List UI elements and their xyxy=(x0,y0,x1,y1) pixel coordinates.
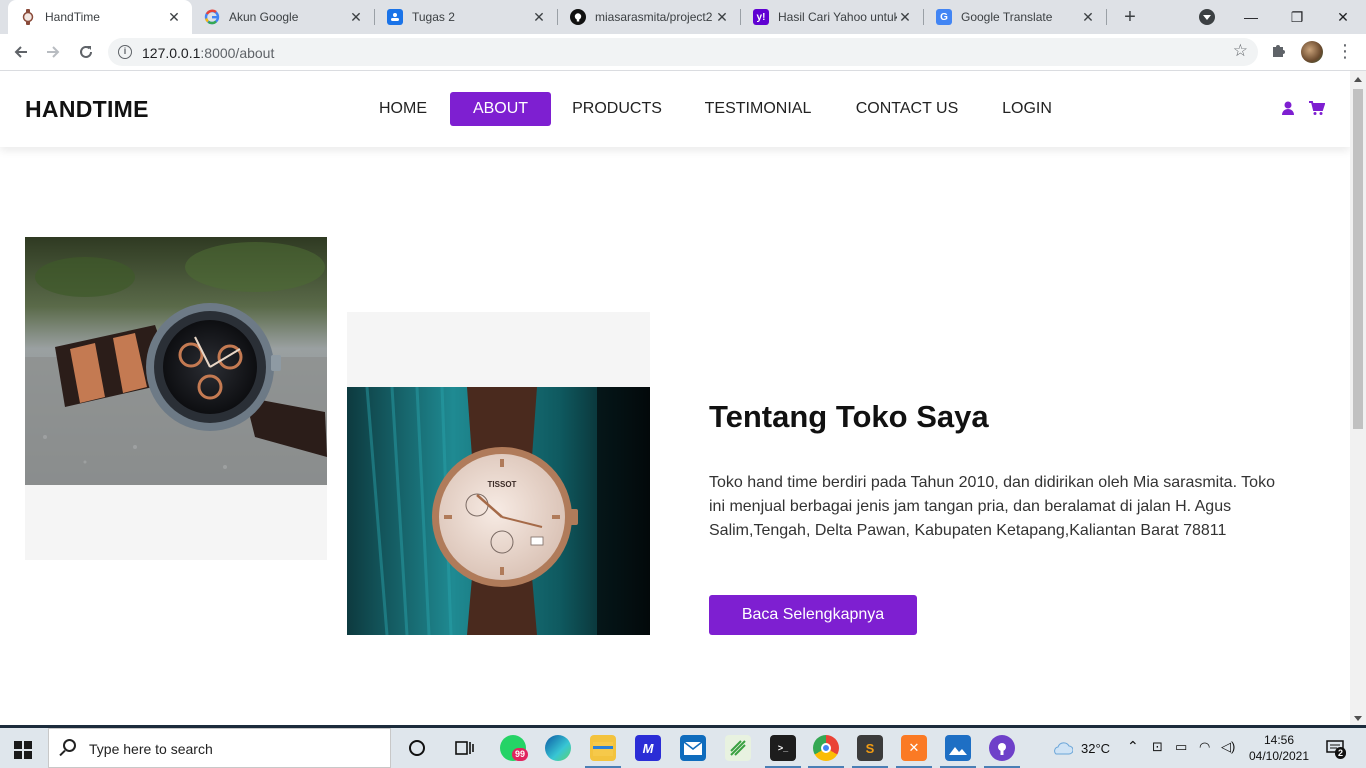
weather-temperature[interactable]: 32°C xyxy=(1081,741,1110,756)
close-icon[interactable]: ✕ xyxy=(714,9,730,25)
watch-brand-text: TISSOT xyxy=(488,480,517,489)
window-close-button[interactable]: ✕ xyxy=(1320,0,1366,34)
classroom-icon xyxy=(387,9,403,25)
meet-now-icon[interactable]: ⊡ xyxy=(1152,739,1163,755)
terminal-icon[interactable]: >_ xyxy=(765,735,801,768)
nav-login[interactable]: LOGIN xyxy=(995,92,1059,126)
close-icon[interactable]: ✕ xyxy=(531,9,547,25)
windows-start-icon[interactable] xyxy=(14,741,32,759)
search-icon xyxy=(63,739,76,752)
close-icon[interactable]: ✕ xyxy=(897,9,913,25)
clock-time: 14:56 xyxy=(1263,733,1295,747)
watch-photo-1 xyxy=(25,237,327,485)
github-desktop-icon[interactable] xyxy=(984,735,1020,768)
chrome-menu-icon[interactable]: ⋮ xyxy=(1336,40,1354,62)
url-path: :8000/about xyxy=(200,45,275,61)
volume-icon[interactable]: ◁) xyxy=(1221,739,1235,755)
forward-arrow-icon[interactable] xyxy=(39,38,67,66)
read-more-button[interactable]: Baca Selengkapnya xyxy=(709,595,917,635)
page-scrollbar[interactable] xyxy=(1350,71,1366,725)
url-host: 127.0.0.1 xyxy=(142,45,201,61)
edge-browser-icon[interactable] xyxy=(545,735,571,761)
browser-toolbar: i 127.0.0.1:8000/about ☆ ⋮ xyxy=(0,34,1366,71)
nav-testimonial[interactable]: TESTIMONIAL xyxy=(696,92,820,126)
notification-count-badge: 2 xyxy=(1335,747,1347,759)
reload-icon[interactable] xyxy=(72,38,100,66)
extensions-puzzle-icon[interactable] xyxy=(1270,42,1286,63)
mail-icon[interactable] xyxy=(680,735,706,761)
xampp-icon[interactable]: ✕ xyxy=(896,735,932,768)
wifi-icon[interactable]: ◠ xyxy=(1199,739,1210,755)
tab-title: miasarasmita/project2 xyxy=(595,10,713,24)
sheets-leaf-icon[interactable] xyxy=(725,735,751,761)
bookmark-star-icon[interactable]: ☆ xyxy=(1233,41,1248,61)
tab-title: Hasil Cari Yahoo untuk xyxy=(778,10,897,24)
tab-title: Google Translate xyxy=(961,10,1053,24)
visual-studio-icon[interactable]: M xyxy=(635,735,661,761)
tab-title: HandTime xyxy=(45,10,100,24)
tab-akun-google[interactable]: Akun Google ✕ xyxy=(192,0,374,34)
new-tab-button[interactable]: + xyxy=(1118,5,1142,29)
address-bar[interactable]: i 127.0.0.1:8000/about ☆ xyxy=(108,38,1258,66)
github-icon xyxy=(570,9,586,25)
back-arrow-icon[interactable] xyxy=(7,38,35,66)
about-description: Toko hand time berdiri pada Tahun 2010, … xyxy=(709,474,1275,539)
watch-photo-2: TISSOT xyxy=(347,387,650,635)
url-text: 127.0.0.1:8000/about xyxy=(142,45,274,61)
about-title: Tentang Toko Saya xyxy=(709,399,989,434)
browser-tab-strip: HandTime ✕ Akun Google ✕ Tugas 2 ✕ miasa… xyxy=(0,0,1366,34)
yahoo-icon: y! xyxy=(753,9,769,25)
chrome-icon[interactable] xyxy=(808,735,844,768)
close-icon[interactable]: ✕ xyxy=(166,9,182,25)
site-brand-logo[interactable]: HANDTIME xyxy=(25,96,149,123)
user-icon[interactable] xyxy=(1280,100,1296,116)
scrollbar-thumb[interactable] xyxy=(1353,89,1363,429)
restore-button[interactable]: ❐ xyxy=(1274,0,1320,34)
battery-icon[interactable]: ▭ xyxy=(1175,739,1187,755)
taskbar-search-box[interactable]: Type here to search xyxy=(48,728,391,768)
tab-separator xyxy=(1106,9,1107,25)
scroll-up-arrow-icon[interactable] xyxy=(1354,77,1362,82)
close-icon[interactable]: ✕ xyxy=(348,9,364,25)
tab-title: Akun Google xyxy=(229,10,299,24)
windows-taskbar: Type here to search 99 M >_ S ✕ 32°C ⌃ ⊡… xyxy=(0,725,1366,768)
tab-yahoo-search[interactable]: y! Hasil Cari Yahoo untuk ✕ xyxy=(741,0,923,34)
nav-products[interactable]: PRODUCTS xyxy=(566,92,668,126)
nav-home[interactable]: HOME xyxy=(370,92,436,126)
notification-center-icon[interactable]: 2 xyxy=(1322,735,1348,761)
watch-favicon-icon xyxy=(20,9,36,25)
tab-tugas-2[interactable]: Tugas 2 ✕ xyxy=(375,0,557,34)
sublime-text-icon[interactable]: S xyxy=(852,735,888,768)
nav-contact-us[interactable]: CONTACT US xyxy=(848,92,966,126)
whatsapp-badge: 99 xyxy=(512,748,529,761)
site-info-icon[interactable]: i xyxy=(118,45,132,59)
translate-icon: G xyxy=(936,9,952,25)
cortana-circle-icon[interactable] xyxy=(404,735,430,761)
task-view-icon[interactable] xyxy=(451,735,477,761)
shopping-cart-icon[interactable] xyxy=(1308,100,1326,116)
google-g-icon xyxy=(204,9,220,25)
weather-cloud-icon[interactable] xyxy=(1050,735,1074,761)
tab-github-project[interactable]: miasarasmita/project2 ✕ xyxy=(558,0,740,34)
tab-title: Tugas 2 xyxy=(412,10,455,24)
clock-date: 04/10/2021 xyxy=(1248,749,1310,763)
search-placeholder: Type here to search xyxy=(89,741,213,757)
tab-handtime[interactable]: HandTime ✕ xyxy=(8,0,192,34)
photos-icon[interactable] xyxy=(940,735,976,768)
nav-about[interactable]: ABOUT xyxy=(450,92,551,126)
file-explorer-icon[interactable] xyxy=(585,735,621,768)
taskbar-clock[interactable]: 14:56 04/10/2021 xyxy=(1244,732,1314,764)
site-navbar: HANDTIME HOME ABOUT PRODUCTS TESTIMONIAL… xyxy=(0,71,1350,147)
tray-chevron-up-icon[interactable]: ⌃ xyxy=(1127,738,1139,755)
tab-google-translate[interactable]: G Google Translate ✕ xyxy=(924,0,1106,34)
minimize-button[interactable]: — xyxy=(1228,0,1274,34)
close-icon[interactable]: ✕ xyxy=(1080,9,1096,25)
tab-search-icon[interactable] xyxy=(1199,9,1215,25)
page-viewport: HANDTIME HOME ABOUT PRODUCTS TESTIMONIAL… xyxy=(0,71,1350,725)
scroll-down-arrow-icon[interactable] xyxy=(1354,716,1362,721)
profile-avatar[interactable] xyxy=(1301,41,1323,63)
whatsapp-icon[interactable]: 99 xyxy=(500,735,529,761)
